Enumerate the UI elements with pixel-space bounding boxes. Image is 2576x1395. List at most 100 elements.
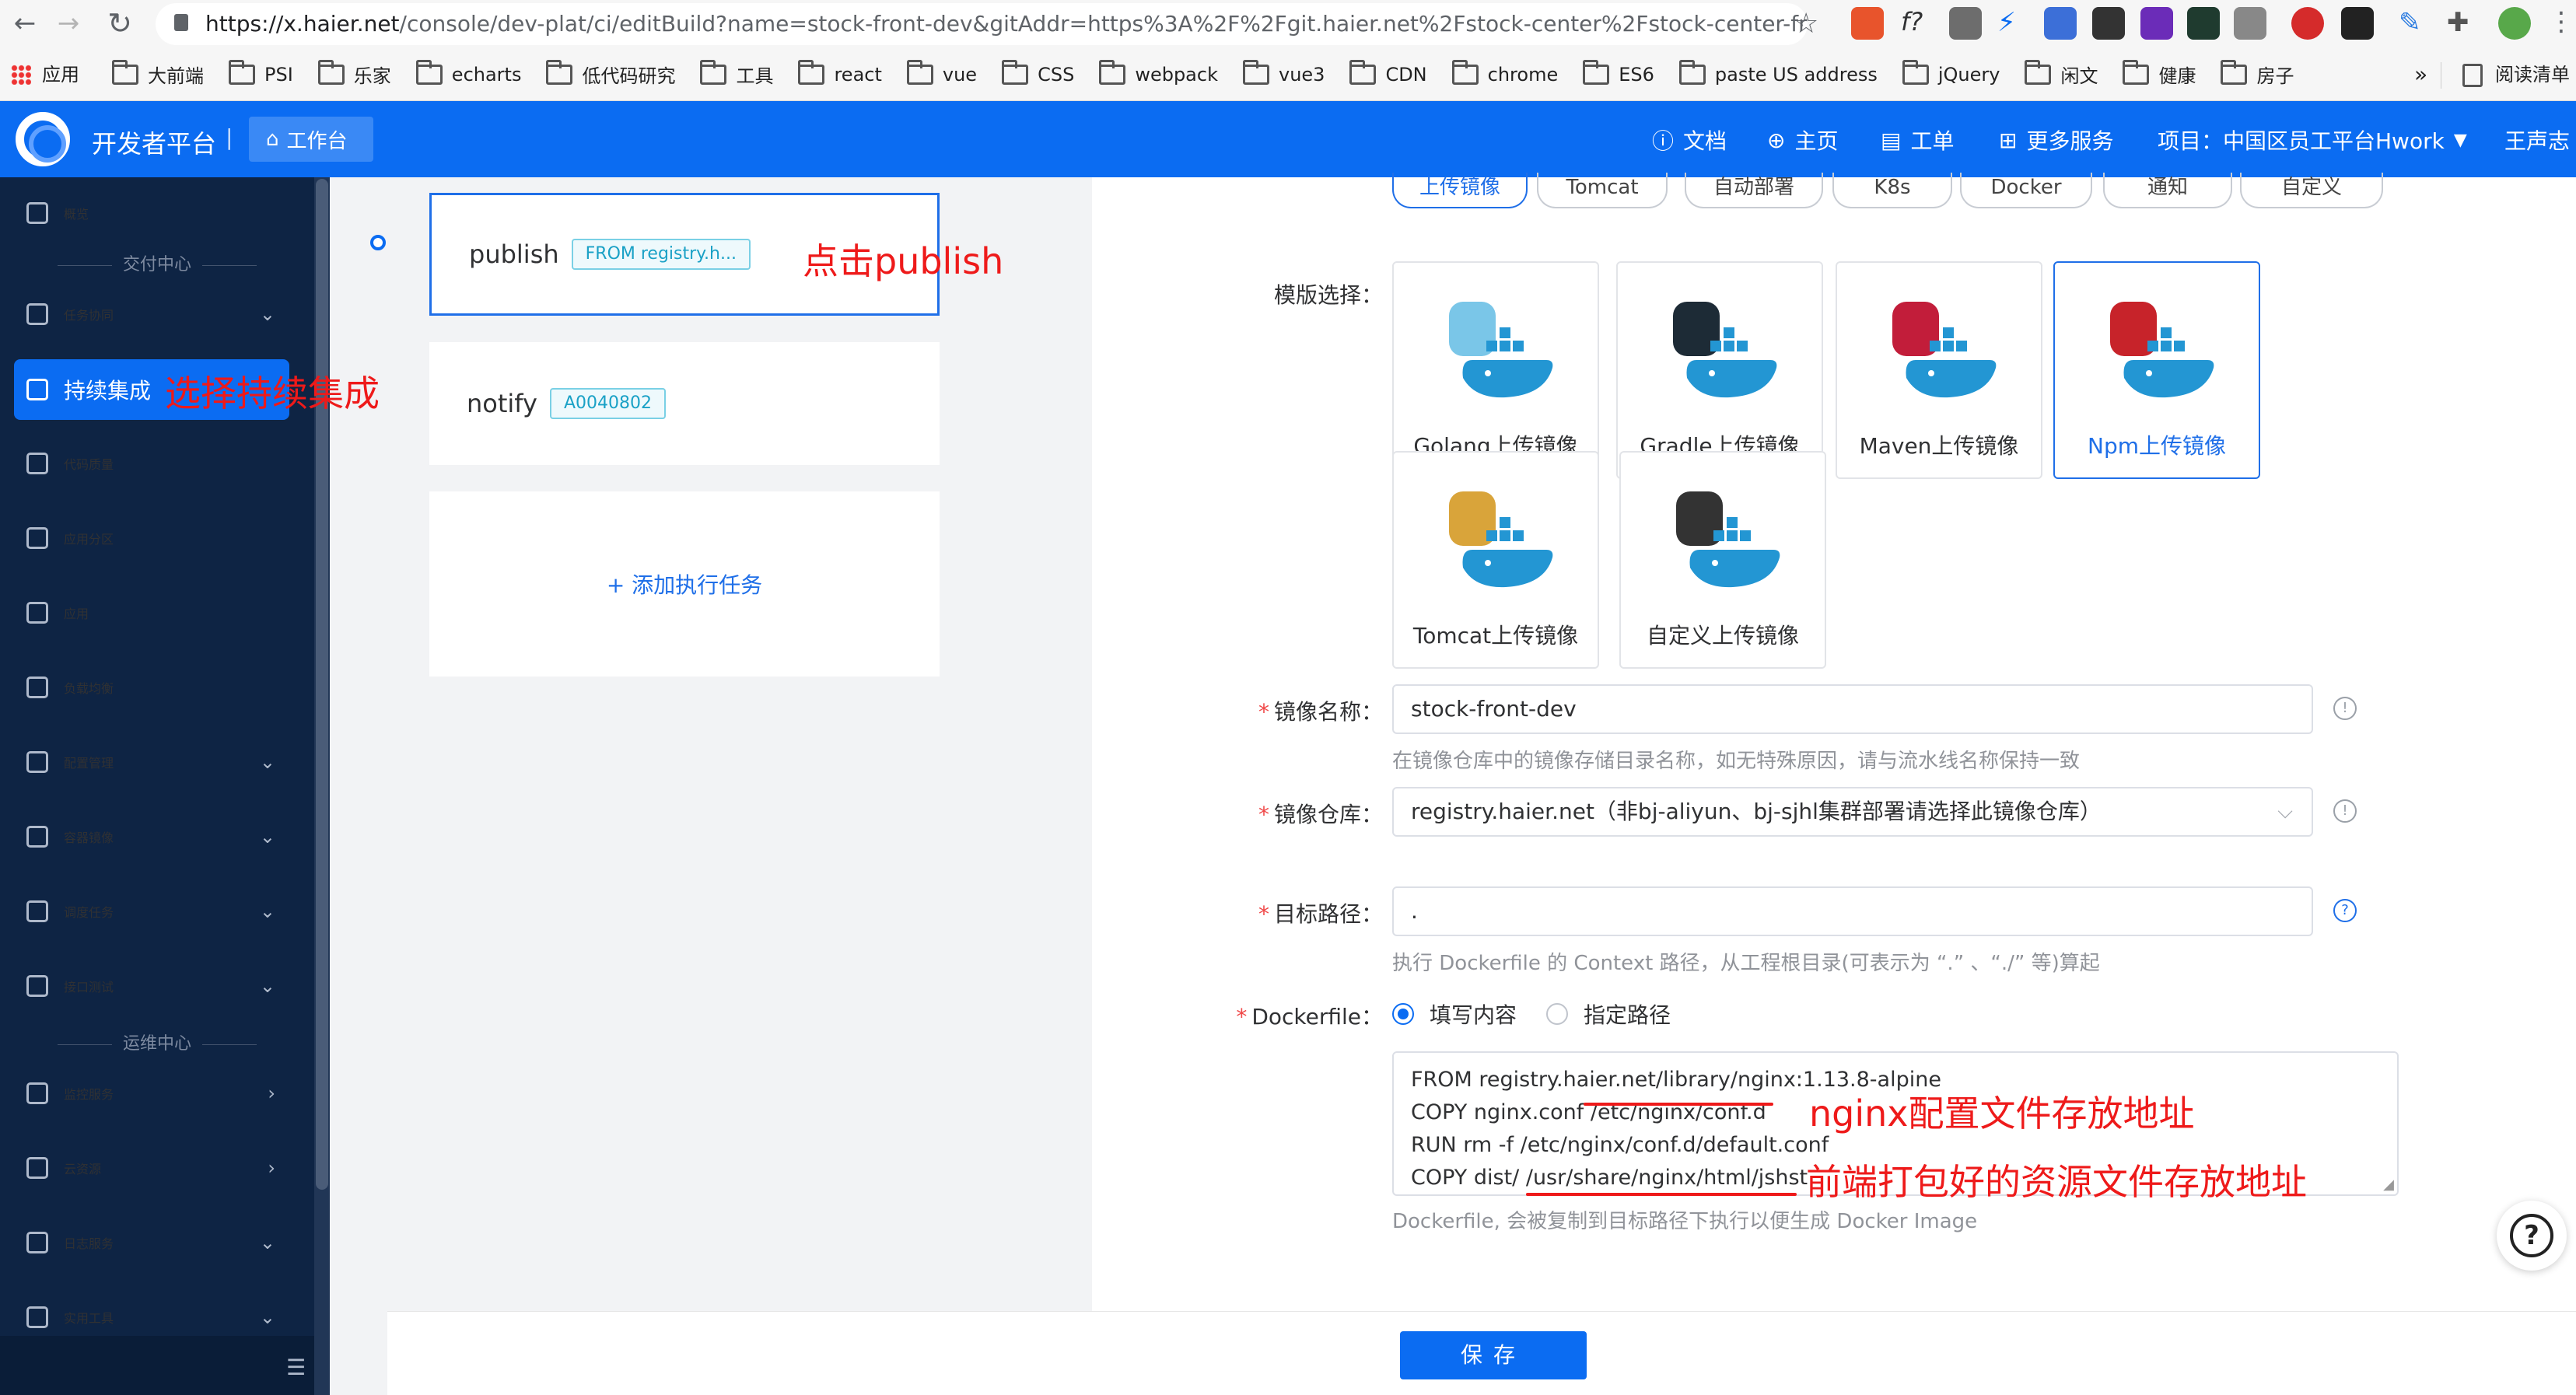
extension-pen-icon[interactable]: ✎ — [2399, 7, 2431, 40]
forward-icon[interactable]: → — [51, 6, 86, 40]
tab-5[interactable]: 通知 — [2103, 173, 2232, 208]
bookmark-folder[interactable]: react — [798, 48, 895, 101]
extension-icon[interactable] — [2187, 7, 2220, 40]
reload-icon[interactable]: ↻ — [103, 6, 137, 40]
bookmark-folder[interactable]: 闲文 — [2025, 48, 2112, 101]
platform-title[interactable]: 开发者平台 — [92, 124, 216, 160]
bookmark-folder[interactable]: paste US address — [1678, 48, 1892, 101]
registry-select[interactable]: registry.haier.net（非bj-aliyun、bj-sjhl集群部… — [1392, 787, 2313, 837]
template-card[interactable]: Npm上传镜像 — [2053, 261, 2260, 479]
help-button[interactable]: ? — [2497, 1201, 2567, 1271]
bookmark-folder[interactable]: 健康 — [2123, 48, 2210, 101]
collapse-menu-icon[interactable]: ☰ — [286, 1355, 306, 1380]
bookmark-folder[interactable]: 低代码研究 — [546, 48, 689, 101]
workbench-button[interactable]: ⌂ 工作台 — [249, 117, 373, 162]
add-task-button[interactable]: + 添加执行任务 — [607, 568, 762, 600]
sidebar-item-code-quality[interactable]: 代码质量 — [0, 435, 314, 491]
save-button[interactable]: 保存 — [1400, 1331, 1587, 1379]
tab-3[interactable]: K8s — [1832, 173, 1952, 208]
cloud-icon — [26, 1157, 48, 1179]
avatar[interactable] — [2498, 7, 2531, 40]
user-name[interactable]: 王声志 — [2504, 124, 2570, 156]
extension-icon[interactable] — [2234, 7, 2266, 40]
tab-0[interactable]: 上传镜像 — [1392, 173, 1528, 208]
extensions-puzzle-icon[interactable]: ✚ — [2447, 7, 2480, 40]
sidebar-item-app[interactable]: 应用 — [0, 585, 314, 641]
template-card[interactable]: Maven上传镜像 — [1836, 261, 2042, 479]
bookmark-apps[interactable]: 应用 — [42, 48, 93, 101]
info-icon[interactable]: ! — [2333, 697, 2357, 720]
sidebar-item-monitor[interactable]: 监控服务 › — [0, 1065, 314, 1121]
sidebar-item-container-image[interactable]: 容器镜像 ⌄ — [0, 809, 314, 865]
image-name-input[interactable]: stock-front-dev — [1392, 684, 2313, 734]
extension-icon[interactable] — [1851, 7, 1884, 40]
extension-icon[interactable] — [1949, 7, 1982, 40]
tab-2[interactable]: 自动部署 — [1685, 173, 1823, 208]
back-icon[interactable]: ← — [8, 6, 42, 40]
bookmark-star-icon[interactable]: ☆ — [1794, 8, 1818, 40]
tab-4[interactable]: Docker — [1960, 173, 2092, 208]
sidebar-item-schedule[interactable]: 调度任务 ⌄ — [0, 883, 314, 939]
reading-list[interactable]: 阅读清单 — [2495, 48, 2570, 101]
apps-grid-icon[interactable] — [11, 64, 31, 85]
radio-specify-path[interactable]: 指定路径 — [1546, 998, 1671, 1030]
bookmark-folder[interactable]: CDN — [1349, 48, 1440, 101]
bookmark-folder[interactable]: CSS — [1002, 48, 1088, 101]
extension-icon[interactable] — [2044, 7, 2077, 40]
custom-docker-icon — [1676, 491, 1780, 588]
bookmark-folder[interactable]: ES6 — [1583, 48, 1668, 101]
extension-bolt-icon[interactable]: ⚡ — [1997, 7, 2030, 40]
radio-fill-content[interactable]: 填写内容 — [1392, 998, 1517, 1030]
template-card[interactable]: 自定义上传镜像 — [1619, 451, 1826, 669]
sidebar-scrollbar-thumb[interactable] — [316, 179, 328, 1190]
tab-1[interactable]: Tomcat — [1537, 173, 1668, 208]
nav-more-services[interactable]: ⊞ 更多服务 — [1999, 124, 2113, 156]
tab-6[interactable]: 自定义 — [2240, 173, 2383, 208]
ci-icon — [26, 379, 48, 400]
pie-icon — [26, 527, 48, 549]
bookmark-folder[interactable]: 乐家 — [317, 48, 405, 101]
resize-handle-icon[interactable]: ◢ — [2383, 1176, 2394, 1193]
bookmark-folder[interactable]: vue3 — [1242, 48, 1339, 101]
bookmark-folder[interactable]: PSI — [229, 48, 307, 101]
menu-icon[interactable]: ⋮ — [2548, 6, 2574, 37]
url-path: /console/dev-plat/ci/editBuild?name=stoc… — [399, 11, 1808, 37]
nav-tickets[interactable]: ▤ 工单 — [1881, 124, 1954, 156]
template-card[interactable]: Gradle上传镜像 — [1616, 261, 1823, 479]
info-icon[interactable]: ! — [2333, 799, 2357, 823]
bookmark-folder[interactable]: jQuery — [1902, 48, 2014, 101]
sidebar-item-cloud[interactable]: 云资源 › — [0, 1140, 314, 1196]
task-notify[interactable]: notify A0040802 — [429, 342, 940, 465]
nav-docs[interactable]: ⓘ 文档 — [1652, 124, 1727, 156]
sidebar-item-task-collab[interactable]: 任务协同 ⌄ — [0, 286, 314, 342]
template-card[interactable]: Tomcat上传镜像 — [1392, 451, 1599, 669]
target-path-input[interactable]: . — [1392, 886, 2313, 936]
question-icon[interactable]: ? — [2333, 899, 2357, 922]
bookmark-folder[interactable]: vue — [906, 48, 991, 101]
reading-list-icon[interactable] — [2462, 64, 2483, 87]
sidebar-item-app-partition[interactable]: 应用分区 — [0, 510, 314, 566]
bookmark-folder[interactable]: 房子 — [2221, 48, 2308, 101]
extension-fx-icon[interactable]: f? — [1901, 7, 1934, 40]
bookmark-folder[interactable]: 大前端 — [112, 48, 218, 101]
extension-icon[interactable] — [2140, 7, 2173, 40]
sidebar-item-log[interactable]: 日志服务 ⌄ — [0, 1215, 314, 1271]
bookmark-folder[interactable]: 工具 — [700, 48, 787, 101]
extension-icon[interactable] — [2341, 7, 2374, 40]
extension-icon[interactable] — [2291, 7, 2324, 40]
bookmark-folder[interactable]: echarts — [415, 48, 536, 101]
extension-icon[interactable] — [2092, 7, 2125, 40]
sidebar-item-overview[interactable]: 概览 — [0, 185, 314, 241]
sidebar-item-api-test[interactable]: 接口测试 ⌄ — [0, 958, 314, 1014]
sidebar-item-load-balance[interactable]: 负载均衡 — [0, 659, 314, 715]
sidebar-item-config[interactable]: 配置管理 ⌄ — [0, 734, 314, 790]
gradle-docker-icon — [1673, 302, 1777, 398]
bookmarks-more[interactable]: » — [2414, 48, 2427, 101]
add-task-card[interactable]: + 添加执行任务 — [429, 491, 940, 677]
bookmark-folder[interactable]: chrome — [1451, 48, 1573, 101]
address-bar[interactable]: https://x.haier.net/console/dev-plat/ci/… — [156, 3, 1808, 45]
bookmark-folder[interactable]: webpack — [1099, 48, 1232, 101]
template-card[interactable]: Golang上传镜像 — [1392, 261, 1599, 479]
nav-home[interactable]: ⊕ 主页 — [1767, 124, 1838, 156]
project-selector[interactable]: 项目：中国区员工平台Hwork ▼ — [2158, 124, 2467, 156]
